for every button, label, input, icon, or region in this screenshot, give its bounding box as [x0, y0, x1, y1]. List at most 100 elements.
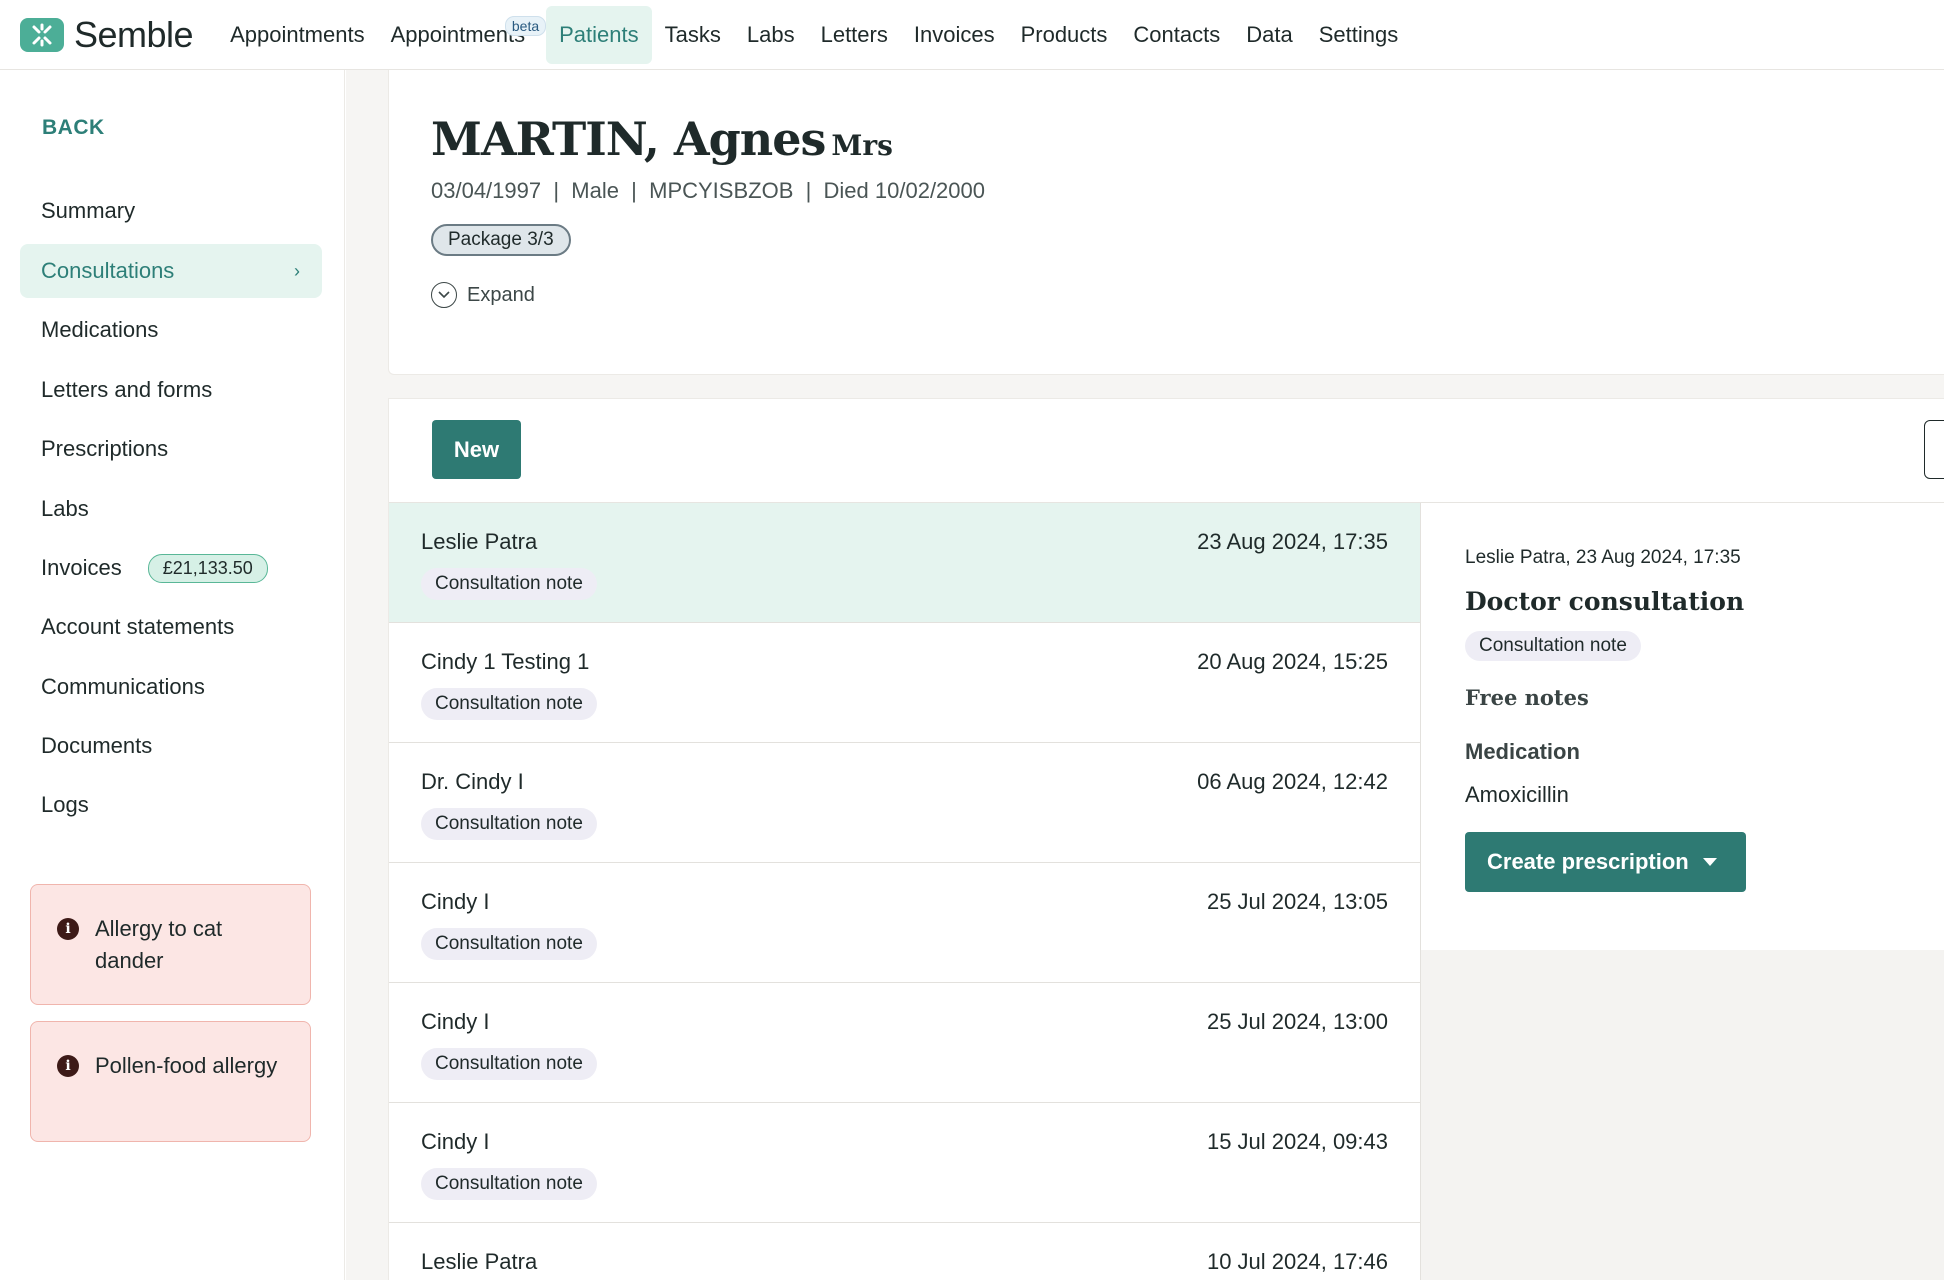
table-row[interactable]: Leslie Patra 10 Jul 2024, 17:46	[389, 1223, 1421, 1280]
consultation-type-chip: Consultation note	[421, 1168, 597, 1200]
nav-label: Data	[1246, 21, 1293, 47]
nav-tasks[interactable]: Tasks	[652, 6, 734, 64]
detail-title: Doctor consultation	[1465, 587, 1745, 616]
create-prescription-label: Create prescription	[1487, 849, 1689, 874]
sidebar-item-label: Medications	[41, 317, 159, 342]
info-icon: i	[57, 918, 79, 940]
nav-appointments-beta[interactable]: Appointments beta	[378, 6, 547, 64]
patient-name: MARTIN, Agnes Mrs	[431, 112, 893, 166]
consultation-author: Cindy I	[421, 1129, 490, 1154]
consultation-date: 20 Aug 2024, 15:25	[1197, 649, 1388, 674]
sidebar-item-label: Prescriptions	[41, 436, 169, 461]
nav-invoices[interactable]: Invoices	[901, 6, 1008, 64]
brand-name: Semble	[74, 13, 194, 55]
alert-text: Pollen-food allergy	[95, 1053, 278, 1078]
sidebar-item-consultations[interactable]: Consultations ›	[20, 244, 322, 298]
consultation-author: Leslie Patra	[421, 1249, 538, 1274]
sidebar-item-documents[interactable]: Documents	[20, 719, 322, 773]
sidebar-item-prescriptions[interactable]: Prescriptions	[20, 422, 322, 476]
patient-sidebar: BACK Summary Consultations › Medications …	[0, 70, 345, 1280]
consultation-author: Cindy 1 Testing 1	[421, 649, 590, 674]
table-row[interactable]: Cindy I 25 Jul 2024, 13:00 Consultation …	[389, 983, 1421, 1103]
toolbar-control[interactable]	[1924, 420, 1944, 479]
sidebar-item-summary[interactable]: Summary	[20, 184, 322, 238]
sidebar-item-invoices[interactable]: Invoices £21,133.50	[20, 541, 322, 595]
sidebar-item-letters-and-forms[interactable]: Letters and forms	[20, 363, 322, 417]
nav-label: Settings	[1318, 21, 1399, 47]
consultation-date: 15 Jul 2024, 09:43	[1206, 1129, 1388, 1154]
chevron-right-icon: ›	[294, 260, 300, 281]
consultation-type-chip: Consultation note	[421, 1048, 597, 1080]
consultation-author: Cindy I	[421, 1009, 490, 1034]
table-row[interactable]: Leslie Patra 23 Aug 2024, 17:35 Consulta…	[389, 503, 1421, 623]
sidebar-item-label: Logs	[41, 792, 89, 817]
table-row[interactable]: Cindy I 25 Jul 2024, 13:05 Consultation …	[389, 863, 1421, 983]
nav-contacts[interactable]: Contacts	[1120, 6, 1233, 64]
nav-label: Patients	[559, 21, 639, 47]
nav-letters[interactable]: Letters	[808, 6, 901, 64]
table-row[interactable]: Dr. Cindy I 06 Aug 2024, 12:42 Consultat…	[389, 743, 1421, 863]
allergy-alert[interactable]: i Pollen-food allergy	[30, 1021, 311, 1142]
patient-title: Mrs	[831, 129, 893, 162]
sidebar-item-medications[interactable]: Medications	[20, 303, 322, 357]
consultation-author: Cindy I	[421, 889, 490, 914]
consultation-date: 23 Aug 2024, 17:35	[1197, 529, 1388, 554]
nav-label: Appointments	[230, 21, 365, 47]
sidebar-item-logs[interactable]: Logs	[20, 778, 322, 832]
nav-settings[interactable]: Settings	[1306, 6, 1412, 64]
detail-type-chip: Consultation note	[1465, 631, 1641, 661]
sidebar-item-label: Summary	[41, 198, 136, 223]
sidebar-item-account-statements[interactable]: Account statements	[20, 600, 322, 654]
consultation-date: 25 Jul 2024, 13:05	[1206, 889, 1388, 914]
sidebar-item-label: Consultations	[41, 258, 175, 283]
caret-down-icon	[1702, 858, 1717, 866]
nav-data[interactable]: Data	[1233, 6, 1305, 64]
sidebar-item-labs[interactable]: Labs	[20, 482, 322, 536]
beta-badge: beta	[504, 15, 547, 36]
medication-heading: Medication	[1465, 739, 1580, 764]
consultation-date: 06 Aug 2024, 12:42	[1197, 769, 1388, 794]
back-link[interactable]: BACK	[42, 116, 105, 140]
brand-logo[interactable]: Semble	[20, 13, 194, 56]
invoice-balance-badge: £21,133.50	[147, 553, 268, 583]
allergy-alert[interactable]: i Allergy to cat dander	[30, 884, 311, 1005]
create-prescription-button[interactable]: Create prescription	[1465, 832, 1746, 892]
nav-label: Letters	[820, 21, 888, 47]
consultations-panel: New Leslie Patra 23 Aug 2024, 17:35 Cons…	[388, 398, 1944, 1280]
expand-label: Expand	[467, 283, 535, 306]
alert-text: Allergy to cat dander	[95, 916, 223, 973]
chevron-down-circle-icon	[431, 282, 457, 308]
nav-label: Invoices	[913, 21, 995, 47]
consultation-type-chip: Consultation note	[421, 688, 597, 720]
consultation-author: Dr. Cindy I	[421, 769, 524, 794]
medication-value: Amoxicillin	[1465, 782, 1569, 807]
detail-empty-area	[1421, 950, 1944, 1280]
consultation-type-chip: Consultation note	[421, 928, 597, 960]
nav-appointments[interactable]: Appointments	[217, 6, 378, 64]
consultation-author: Leslie Patra	[421, 529, 538, 554]
expand-toggle[interactable]: Expand	[431, 282, 535, 308]
nav-label: Labs	[746, 21, 795, 47]
new-consultation-button[interactable]: New	[432, 420, 521, 479]
sidebar-item-label: Documents	[41, 733, 153, 758]
table-row[interactable]: Cindy I 15 Jul 2024, 09:43 Consultation …	[389, 1103, 1421, 1223]
consultations-toolbar: New	[389, 399, 1944, 503]
consultation-date: 10 Jul 2024, 17:46	[1206, 1249, 1388, 1274]
consultation-list: Leslie Patra 23 Aug 2024, 17:35 Consulta…	[389, 503, 1421, 1280]
sidebar-item-communications[interactable]: Communications	[20, 660, 322, 714]
consultation-date: 25 Jul 2024, 13:00	[1206, 1009, 1388, 1034]
patient-name-text: MARTIN, Agnes	[431, 112, 826, 166]
consultation-detail: Leslie Patra, 23 Aug 2024, 17:35 Doctor …	[1421, 503, 1944, 950]
sidebar-item-label: Invoices	[41, 555, 122, 580]
nav-patients[interactable]: Patients	[546, 5, 652, 64]
sidebar-item-label: Labs	[41, 496, 89, 521]
sidebar-item-label: Communications	[41, 674, 205, 699]
table-row[interactable]: Cindy 1 Testing 1 20 Aug 2024, 15:25 Con…	[389, 623, 1421, 743]
semble-logo-icon	[20, 17, 64, 52]
package-badge[interactable]: Package 3/3	[431, 224, 571, 256]
detail-header: Leslie Patra, 23 Aug 2024, 17:35	[1465, 547, 1741, 568]
nav-products[interactable]: Products	[1008, 6, 1121, 64]
patient-meta: 03/04/1997 | Male | MPCYISBZOB | Died 10…	[431, 178, 985, 203]
nav-labs[interactable]: Labs	[734, 6, 808, 64]
consultation-type-chip: Consultation note	[421, 808, 597, 840]
